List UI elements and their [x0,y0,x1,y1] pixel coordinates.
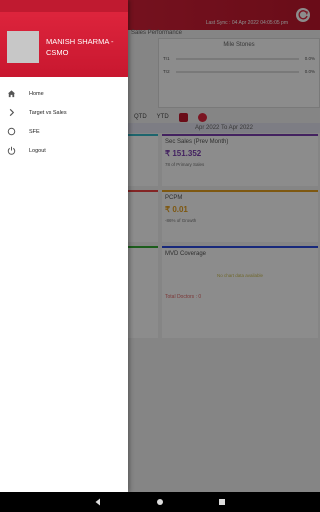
recents-icon[interactable] [217,497,227,507]
navigation-drawer: MANISH SHARMA - CSMO Home Target vs Sale… [0,0,128,492]
chevron-right-icon [6,108,16,118]
menu-item-home[interactable]: Home [0,84,128,103]
home-button-icon[interactable] [155,497,165,507]
menu-item-label: Target vs Sales [29,109,67,116]
menu-item-label: SFE [29,128,40,135]
radio-circle-icon [6,127,16,137]
menu-item-label: Home [29,90,44,97]
power-icon [6,146,16,156]
system-nav-bar [0,492,320,512]
drawer-header: MANISH SHARMA - CSMO [0,0,128,77]
screen: Last Sync : 04 Apr 2022 04:05:05 pm Sale… [0,0,320,512]
home-icon [6,89,16,99]
menu-item-logout[interactable]: Logout [0,141,128,160]
status-bar [0,0,128,12]
menu-item-sfe[interactable]: SFE [0,122,128,141]
menu-item-label: Logout [29,147,46,154]
drawer-menu: Home Target vs Sales SFE Logout [0,84,128,160]
user-name: MANISH SHARMA - CSMO [46,37,114,57]
avatar [7,31,39,63]
menu-item-target-vs-sales[interactable]: Target vs Sales [0,103,128,122]
back-icon[interactable] [93,497,103,507]
